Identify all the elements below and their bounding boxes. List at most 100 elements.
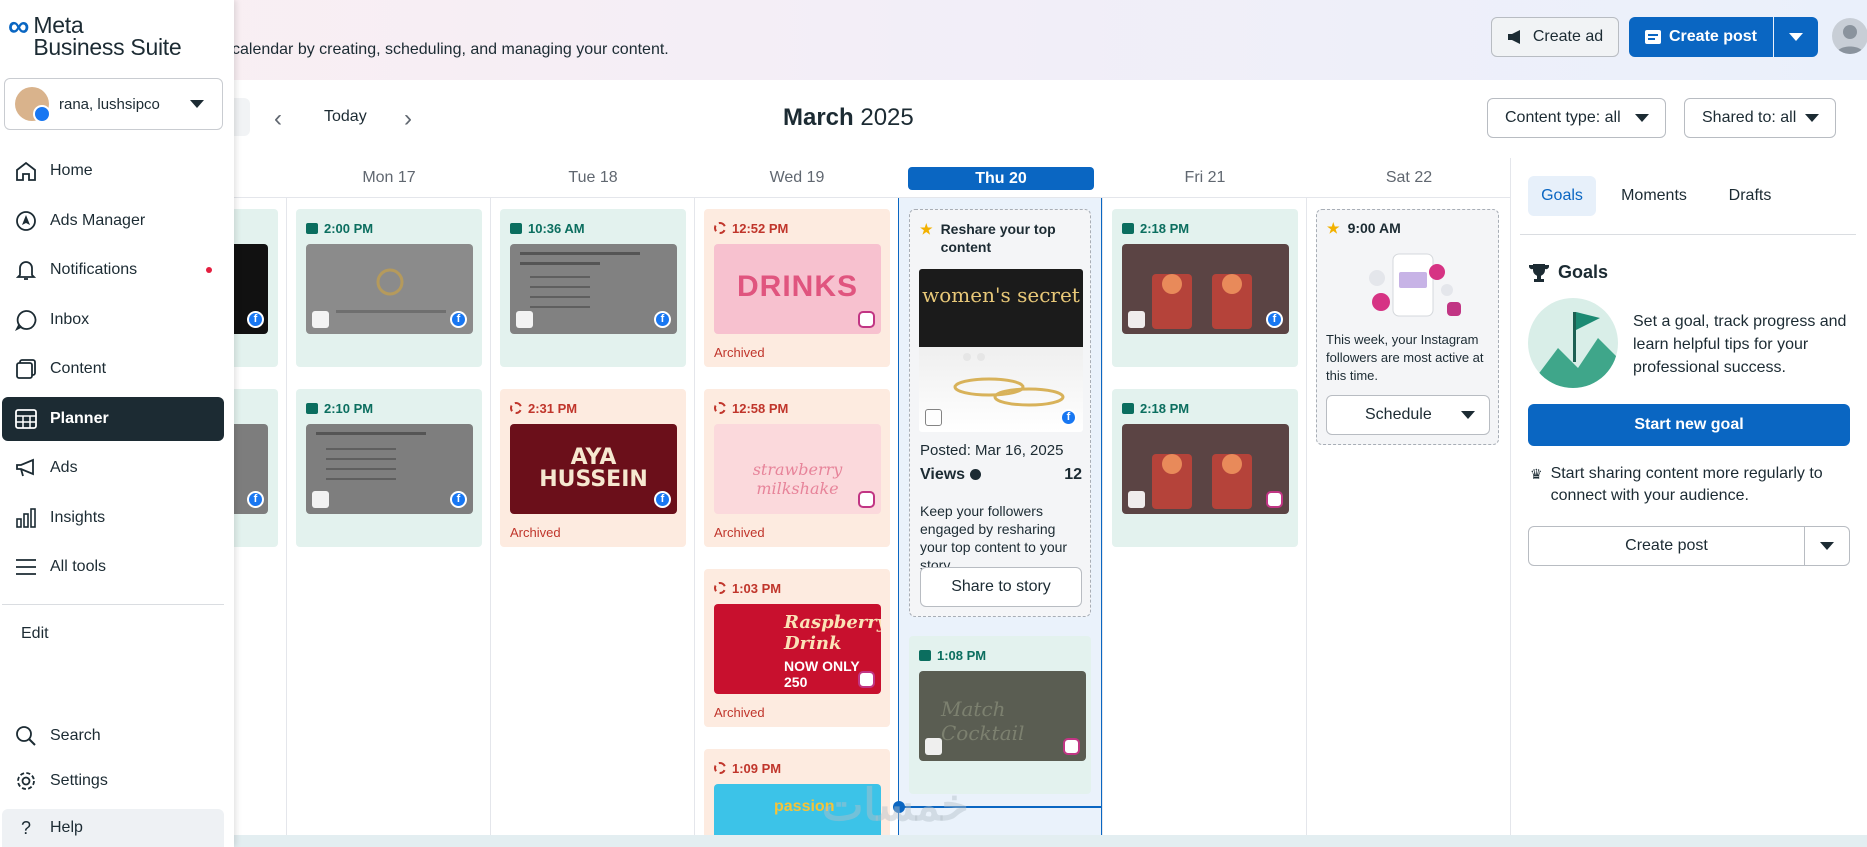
scheduled-icon — [510, 222, 522, 234]
sidebar-edit-link[interactable]: Edit — [21, 625, 49, 643]
meta-business-suite-logo[interactable]: ∞ Meta Business Suite — [8, 12, 182, 59]
post-card[interactable]: 1:03 PM Raspberry Drink NOW ONLY 250 Arc… — [704, 569, 890, 727]
post-time: 2:31 PM — [510, 399, 676, 417]
day-mon: Mon 17 — [362, 169, 416, 186]
archived-label: Archived — [510, 525, 561, 540]
tab-drafts[interactable]: Drafts — [1714, 176, 1786, 216]
archived-label: Archived — [714, 705, 765, 720]
account-avatar — [15, 87, 51, 123]
published-icon — [714, 762, 726, 774]
post-card-partial[interactable]: f — [234, 209, 278, 367]
sidebar-item-label: Planner — [50, 410, 109, 427]
instagram-icon — [1266, 491, 1283, 508]
tab-goals[interactable]: Goals — [1528, 176, 1596, 216]
shared-to-dropdown[interactable]: Shared to: all — [1684, 98, 1836, 138]
insight-thumbnail[interactable]: women's secret f — [919, 269, 1083, 432]
create-post-button[interactable]: Create post — [1629, 17, 1773, 57]
trophy-icon — [1529, 263, 1549, 282]
post-card[interactable]: 10:36 AM f — [500, 209, 686, 367]
post-time: 2:18 PM — [1122, 399, 1288, 417]
column-divider — [286, 198, 287, 835]
sidebar-item-content[interactable]: Content — [2, 347, 224, 391]
view-toggle-partial[interactable] — [234, 98, 250, 136]
instagram-icon — [858, 671, 875, 688]
sidebar-item-label: All tools — [50, 558, 107, 575]
watermark-logo: خمسات — [822, 781, 969, 830]
next-week-icon[interactable]: › — [404, 105, 412, 133]
profile-avatar[interactable] — [1832, 18, 1867, 54]
day-wed: Wed 19 — [769, 169, 825, 186]
sidebar-item-label: Content — [50, 360, 107, 377]
sidebar-item-help[interactable]: ? Help — [2, 809, 224, 847]
panel-create-post-button[interactable]: Create post — [1528, 526, 1805, 566]
chevron-down-icon — [190, 100, 204, 108]
panel-create-post-dropdown[interactable] — [1804, 526, 1850, 566]
sidebar-item-search[interactable]: Search — [2, 714, 224, 758]
scheduled-icon — [306, 402, 318, 414]
sidebar-item-settings[interactable]: Settings — [2, 759, 224, 803]
person-icon — [1836, 25, 1864, 54]
post-card[interactable]: 2:10 PM f — [296, 389, 482, 547]
panel-divider — [1520, 234, 1856, 235]
day-fri: Fri 21 — [1184, 169, 1226, 186]
suggestion-text: This week, your Instagram followers are … — [1326, 332, 1484, 383]
ads-manager-icon — [14, 209, 38, 233]
account-name: rana, lushsipco — [59, 95, 160, 113]
today-button[interactable]: Today — [324, 108, 367, 126]
sidebar-item-all-tools[interactable]: All tools — [2, 545, 224, 589]
prev-week-icon[interactable]: ‹ — [274, 105, 282, 133]
month-title: March 2025 — [783, 104, 914, 132]
create-ad-button[interactable]: Create ad — [1491, 17, 1619, 57]
info-icon[interactable] — [969, 469, 981, 481]
post-card[interactable]: 2:00 PM f — [296, 209, 482, 367]
sidebar-item-insights[interactable]: Insights — [2, 496, 224, 540]
sidebar-item-label: Inbox — [50, 311, 90, 328]
post-card[interactable]: 12:58 PM strawberry milkshake Archived — [704, 389, 890, 547]
create-post-dropdown-button[interactable] — [1774, 17, 1818, 57]
flag-mountain-icon — [1528, 312, 1618, 388]
thumbnail-text: strawberry milkshake — [752, 460, 843, 498]
post-time: 12:58 PM — [714, 399, 880, 417]
reshare-insight-card: ★ Reshare your top content women's secre… — [909, 209, 1091, 617]
tab-moments[interactable]: Moments — [1610, 176, 1698, 216]
sparkle-icon: ★ — [920, 221, 933, 237]
account-switcher[interactable]: rana, lushsipco — [4, 78, 223, 130]
post-card-partial[interactable]: f — [234, 389, 278, 547]
post-time: 10:36 AM — [510, 219, 676, 237]
scheduled-icon — [1122, 402, 1134, 414]
post-card[interactable]: 12:52 PM DRINKS Archived — [704, 209, 890, 367]
drinks-image-icon — [1152, 274, 1252, 329]
post-time-label: 2:10 PM — [324, 400, 374, 416]
day-tue: Tue 18 — [568, 169, 618, 186]
sidebar-item-inbox[interactable]: Inbox — [2, 298, 224, 342]
notification-dot — [206, 267, 212, 273]
post-card[interactable]: 2:31 PM AYA HUSSEIN f Archived — [500, 389, 686, 547]
published-icon — [714, 222, 726, 234]
post-thumbnail: Raspberry Drink NOW ONLY 250 — [714, 604, 881, 694]
post-time: 1:08 PM — [919, 646, 1081, 664]
sidebar-item-ads[interactable]: Ads — [2, 446, 224, 490]
drinks-image-icon — [1152, 454, 1252, 509]
schedule-dropdown-button[interactable]: Schedule — [1326, 395, 1490, 435]
content-icon — [14, 357, 38, 381]
post-time: 2:18 PM — [1122, 219, 1288, 237]
facebook-icon: f — [654, 491, 671, 508]
post-thumbnail: f — [234, 424, 268, 514]
sidebar-item-notifications[interactable]: Notifications — [2, 248, 224, 292]
chevron-down-icon — [1789, 33, 1803, 41]
post-card[interactable]: 1:08 PM Match Cocktail — [909, 636, 1091, 794]
chevron-down-icon — [1820, 542, 1834, 550]
post-time: 1:09 PM — [714, 759, 880, 777]
create-ad-label: Create ad — [1532, 28, 1604, 45]
content-type-dropdown[interactable]: Content type: all — [1487, 98, 1666, 138]
insight-posted-date: Posted: Mar 16, 2025 — [920, 442, 1064, 459]
post-thumbnail: f — [234, 244, 268, 334]
share-to-story-button[interactable]: Share to story — [920, 567, 1082, 607]
sidebar-item-home[interactable]: Home — [2, 149, 224, 193]
sidebar-item-ads-manager[interactable]: Ads Manager — [2, 199, 224, 243]
start-new-goal-button[interactable]: Start new goal — [1528, 404, 1850, 446]
post-card[interactable]: 2:18 PM — [1112, 389, 1298, 547]
post-card[interactable]: 2:18 PM f — [1112, 209, 1298, 367]
sidebar-item-planner[interactable]: Planner — [2, 397, 224, 441]
archived-label: Archived — [714, 525, 765, 540]
